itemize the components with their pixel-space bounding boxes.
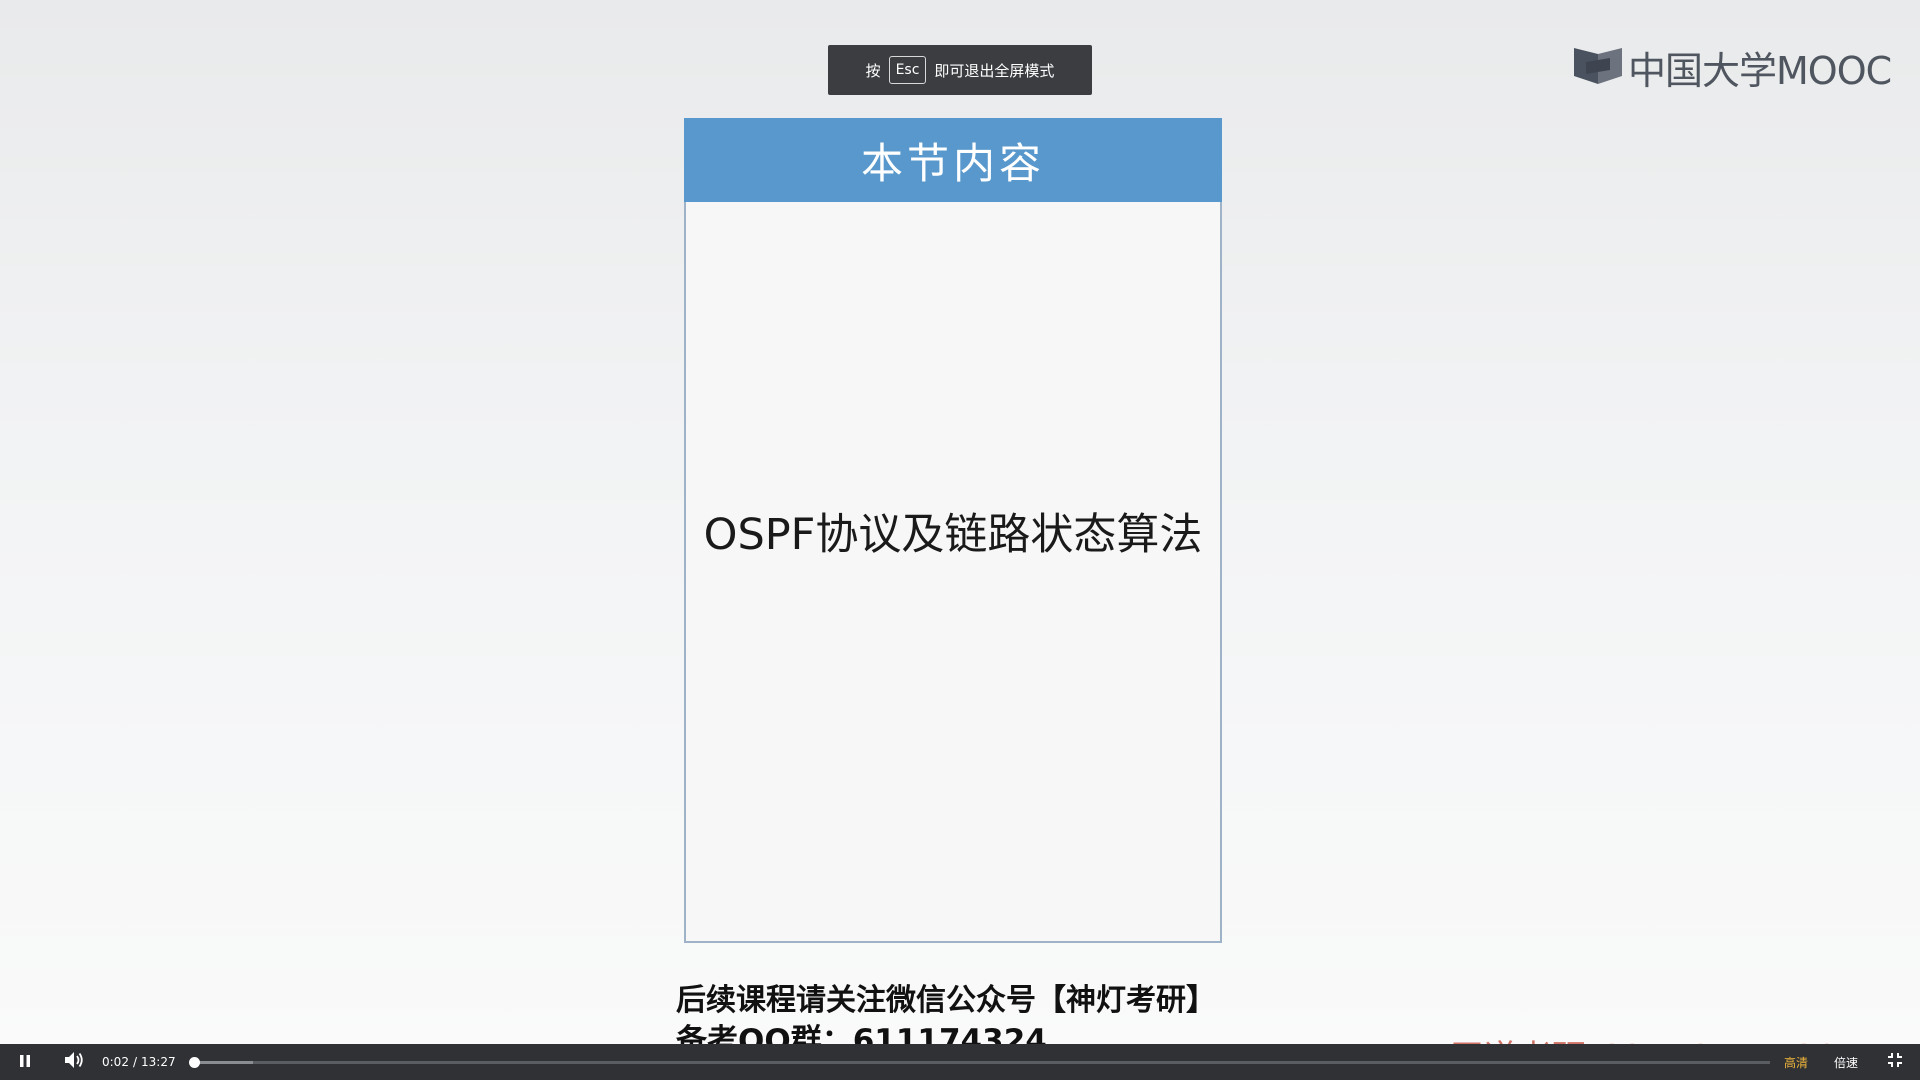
quality-button[interactable]: 高清: [1784, 1044, 1808, 1080]
slide-title: OSPF协议及链路状态算法: [703, 510, 1203, 560]
mooc-logo: 中国大学MOOC: [1572, 44, 1892, 93]
mooc-logo-text: 中国大学MOOC: [1628, 48, 1892, 93]
time-separator: /: [132, 1055, 137, 1069]
watermark-text: 王道考研/CSKAOYAN.COM: [1450, 1030, 1870, 1044]
promo-wechat-text: 后续课程请关注微信公众号【神灯考研】: [676, 983, 1216, 1018]
mooc-book-icon: [1572, 44, 1624, 90]
progress-bar[interactable]: [188, 1057, 1770, 1068]
pause-button[interactable]: [12, 1044, 38, 1080]
duration-time: 13:27: [141, 1055, 176, 1069]
toast-prefix: 按: [865, 61, 881, 80]
slide-card: 本节内容 OSPF协议及链路状态算法: [684, 118, 1222, 943]
slide-header: 本节内容: [684, 118, 1222, 202]
promo-qq-group-text: 备考QQ群：611174324: [676, 1023, 1047, 1044]
speed-button[interactable]: 倍速: [1834, 1044, 1858, 1080]
current-time: 0:02: [102, 1055, 129, 1069]
esc-key-badge: Esc: [888, 56, 927, 84]
pause-icon: [18, 1053, 32, 1072]
player-control-bar: 0:02 / 13:27 高清 倍速: [0, 1044, 1920, 1080]
exit-fullscreen-icon: [1887, 1052, 1903, 1072]
time-display: 0:02 / 13:27: [102, 1044, 176, 1080]
volume-icon: [64, 1051, 84, 1073]
video-frame[interactable]: 按 Esc 即可退出全屏模式 中国大学MOOC 本节内容 OSPF协议及链路状态…: [0, 0, 1920, 1044]
volume-button[interactable]: [60, 1044, 88, 1080]
exit-fullscreen-button[interactable]: [1882, 1044, 1908, 1080]
toast-suffix: 即可退出全屏模式: [934, 61, 1055, 80]
exit-fullscreen-toast: 按 Esc 即可退出全屏模式: [828, 45, 1092, 95]
progress-thumb[interactable]: [188, 1057, 200, 1068]
